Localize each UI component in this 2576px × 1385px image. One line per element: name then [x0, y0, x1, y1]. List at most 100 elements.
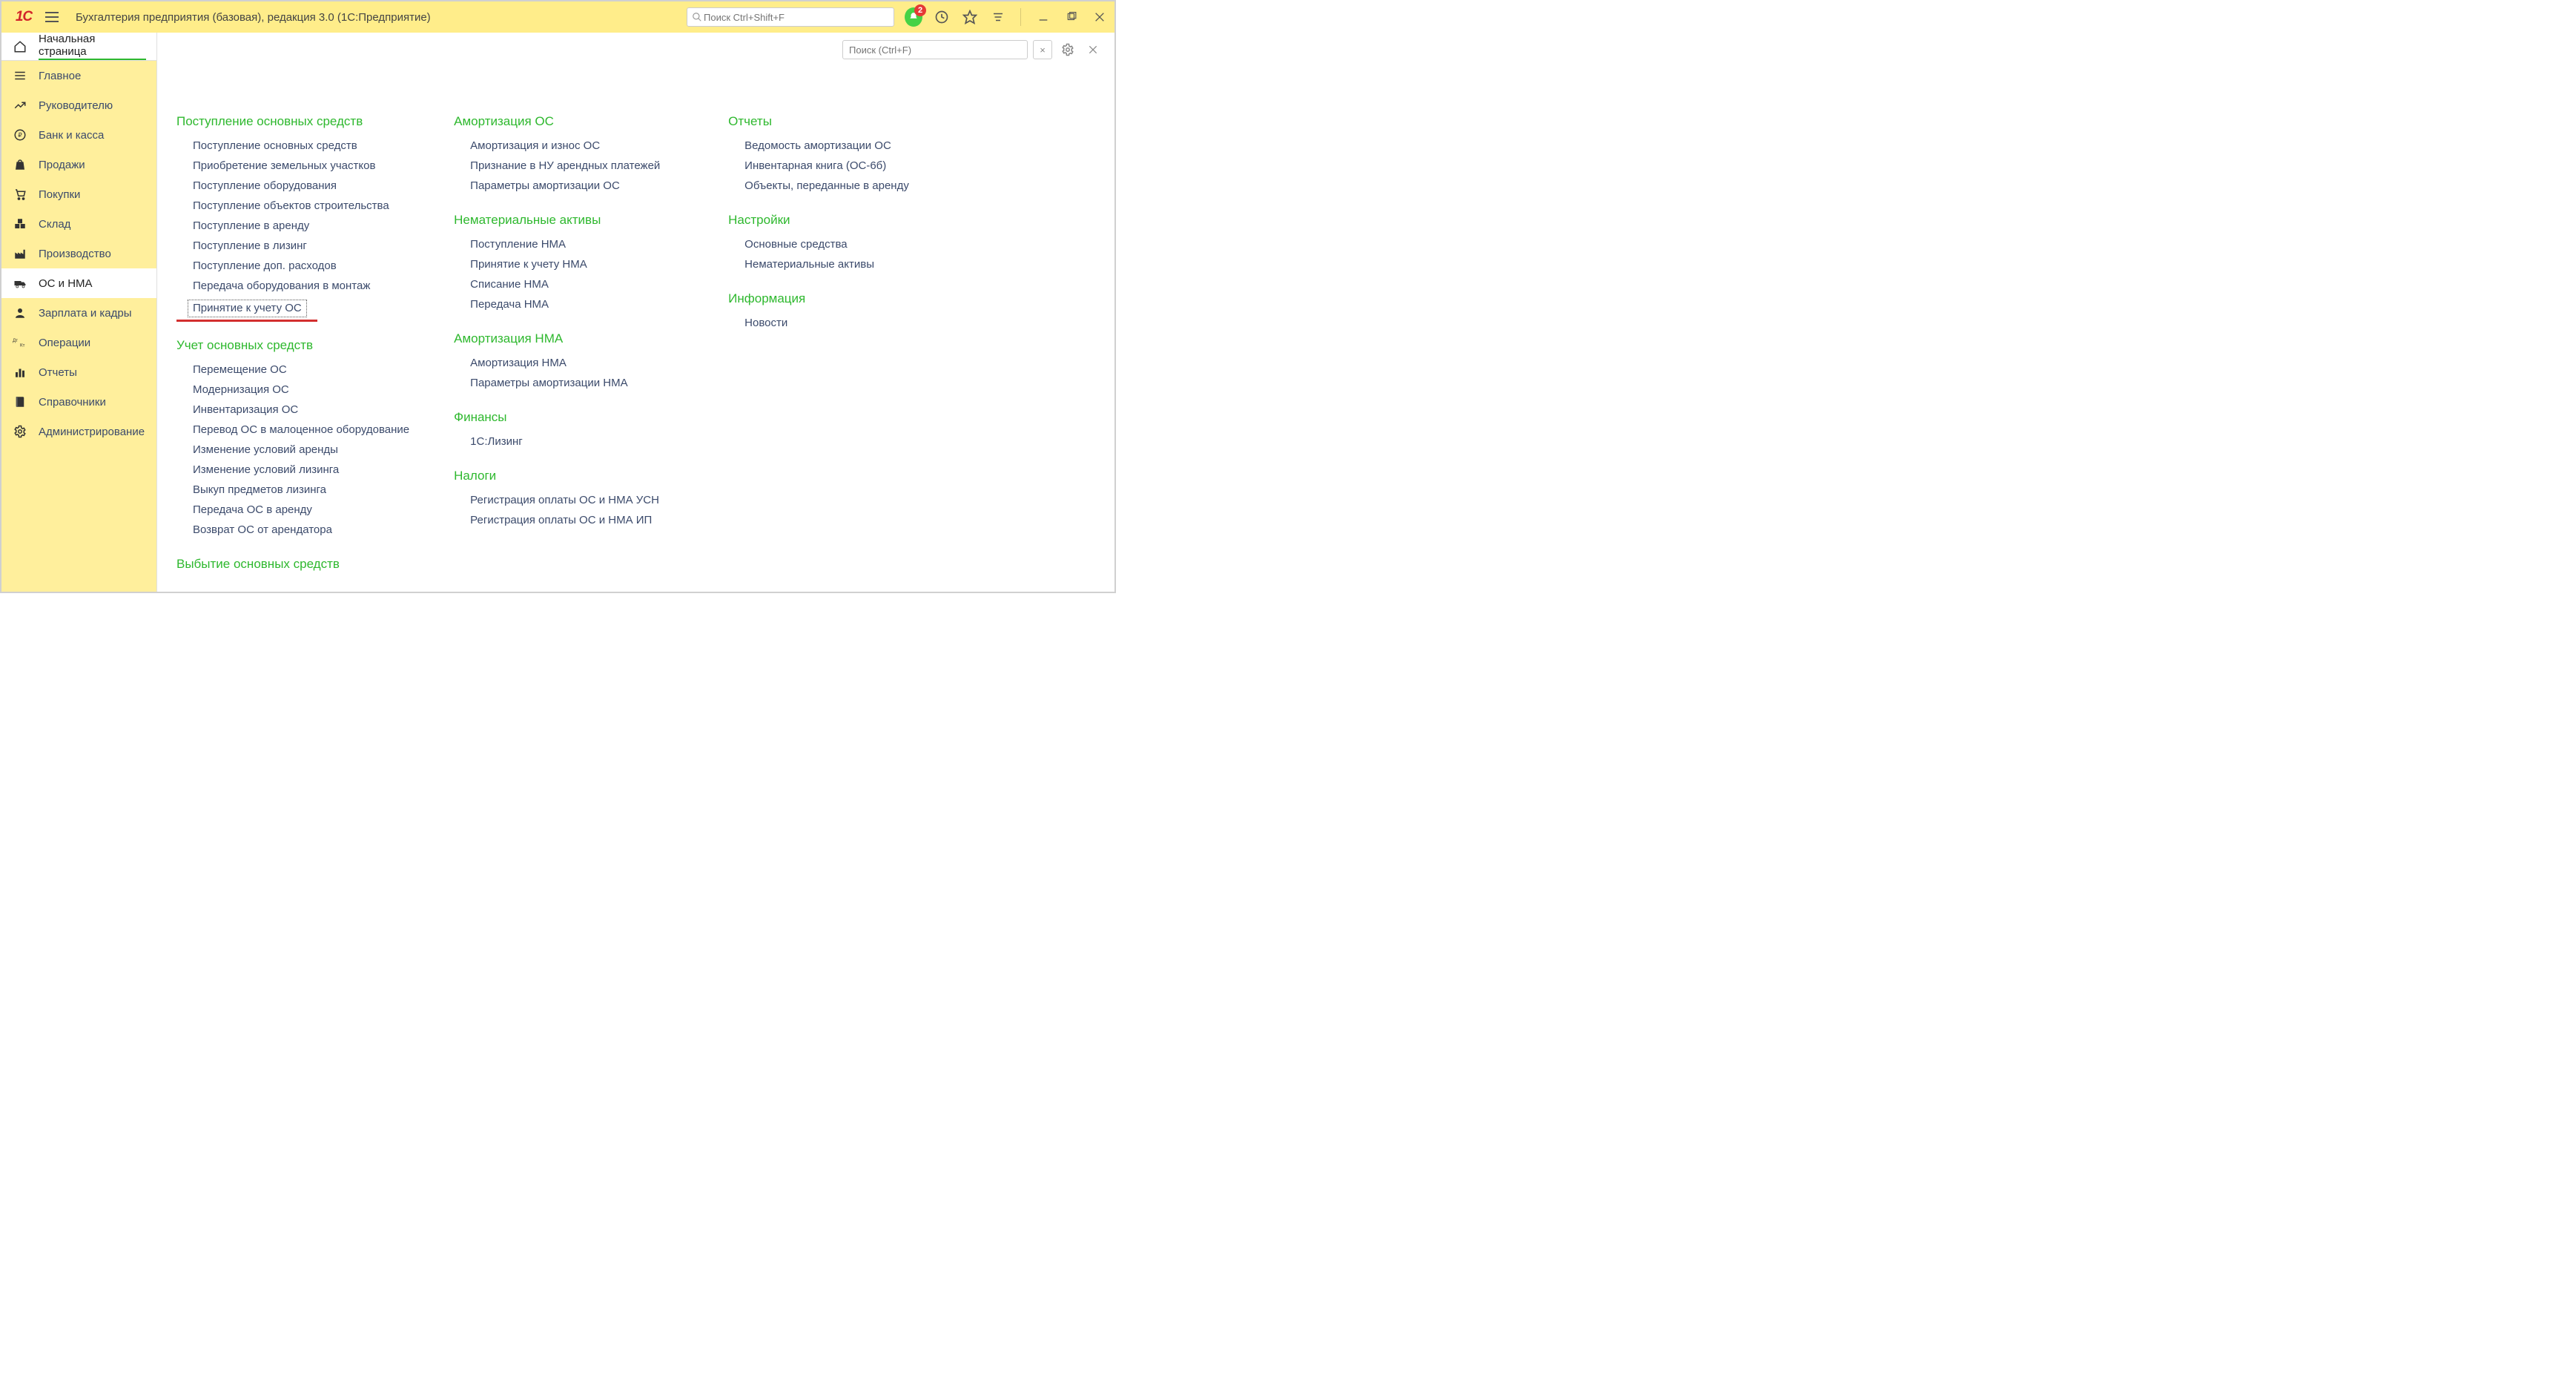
section-1-1: Нематериальные активы Поступление НМА Прин… [454, 213, 684, 311]
link[interactable]: Параметры амортизации НМА [470, 377, 684, 389]
content-settings-button[interactable] [1058, 40, 1077, 59]
link[interactable]: Принятие к учету НМА [470, 258, 684, 271]
sidebar-item-6[interactable]: Склад [1, 209, 156, 239]
link[interactable]: Нематериальные активы [744, 258, 958, 271]
global-search-input[interactable] [702, 11, 889, 24]
lines-icon [991, 10, 1005, 24]
section-heading[interactable]: Финансы [454, 410, 684, 425]
header-icons: 2 [905, 8, 1109, 26]
section-heading[interactable]: Амортизация НМА [454, 331, 684, 346]
link[interactable]: Основные средства [744, 238, 958, 251]
sidebar-item-label: Отчеты [39, 366, 77, 379]
history-icon [934, 10, 949, 24]
link[interactable]: Объекты, переданные в аренду [744, 179, 958, 192]
svg-text:₽: ₽ [18, 132, 22, 139]
notifications-button[interactable]: 2 [905, 8, 922, 26]
link[interactable]: Возврат ОС от арендатора [193, 523, 409, 536]
history-button[interactable] [933, 8, 951, 26]
sidebar-item-3[interactable]: ₽ Банк и касса [1, 120, 156, 150]
link[interactable]: Передача оборудования в монтаж [193, 280, 409, 292]
link[interactable]: Приобретение земельных участков [193, 159, 409, 172]
link[interactable]: Регистрация оплаты ОС и НМА УСН [470, 494, 684, 506]
sidebar-item-5[interactable]: Покупки [1, 179, 156, 209]
panel-settings-button[interactable] [989, 8, 1007, 26]
sidebar-item-13[interactable]: Администрирование [1, 417, 156, 446]
sidebar-item-label: Банк и касса [39, 129, 104, 142]
sidebar-item-7[interactable]: Производство [1, 239, 156, 268]
sidebar-item-2[interactable]: Руководителю [1, 90, 156, 120]
link[interactable]: Инвентаризация ОС [193, 403, 409, 416]
sidebar-item-label: Склад [39, 218, 70, 231]
svg-text:Дт: Дт [13, 338, 18, 343]
section-heading[interactable]: Отчеты [728, 114, 958, 129]
section-heading[interactable]: Налоги [454, 469, 684, 483]
main-menu-button[interactable] [42, 7, 62, 27]
sidebar-item-1[interactable]: Главное [1, 61, 156, 90]
titlebar: 1C Бухгалтерия предприятия (базовая), ре… [1, 1, 1114, 33]
global-search[interactable] [687, 7, 894, 27]
link[interactable]: Передача ОС в аренду [193, 503, 409, 516]
content-search-input[interactable] [843, 44, 1027, 56]
content-close-button[interactable] [1083, 40, 1103, 59]
content-search[interactable] [842, 40, 1028, 59]
sidebar-item-8[interactable]: ОС и НМА [1, 268, 156, 298]
link[interactable]: Перевод ОС в малоценное оборудование [193, 423, 409, 436]
link[interactable]: Поступление объектов строительства [193, 199, 409, 212]
trend-icon [12, 97, 28, 113]
sidebar-item-label: Начальная страница [39, 33, 146, 60]
favorites-button[interactable] [961, 8, 979, 26]
sidebar-item-9[interactable]: Зарплата и кадры [1, 298, 156, 328]
link[interactable]: Списание НМА [470, 278, 684, 291]
link[interactable]: 1С:Лизинг [470, 435, 684, 448]
section-heading[interactable]: Учет основных средств [176, 338, 409, 353]
minimize-button[interactable] [1034, 8, 1052, 26]
link[interactable]: Поступление в аренду [193, 219, 409, 232]
sidebar-item-label: Зарплата и кадры [39, 307, 132, 320]
link[interactable]: Амортизация и износ ОС [470, 139, 684, 152]
link[interactable]: Ведомость амортизации ОС [744, 139, 958, 152]
header-separator [1020, 8, 1021, 26]
column-0: Поступление основных средств Поступление … [176, 114, 409, 592]
link[interactable]: Поступление основных средств [193, 139, 409, 152]
section-heading[interactable]: Настройки [728, 213, 958, 228]
sidebar-item-11[interactable]: Отчеты [1, 357, 156, 387]
section-heading[interactable]: Информация [728, 291, 958, 306]
link[interactable]: Изменение условий лизинга [193, 463, 409, 476]
maximize-button[interactable] [1063, 8, 1080, 26]
link[interactable]: Передача НМА [470, 298, 684, 311]
link[interactable]: Признание в НУ арендных платежей [470, 159, 684, 172]
column-2: Отчеты Ведомость амортизации ОС Инвентарна… [728, 114, 958, 592]
dkt-icon: ДтКт [12, 334, 28, 351]
link[interactable]: Перемещение ОС [193, 363, 409, 376]
link[interactable]: Поступление оборудования [193, 179, 409, 192]
link[interactable]: Выкуп предметов лизинга [193, 483, 409, 496]
link[interactable]: Новости [744, 317, 958, 329]
section-1-4: Налоги Регистрация оплаты ОС и НМА УСН Рег… [454, 469, 684, 526]
section-heading[interactable]: Выбытие основных средств [176, 557, 409, 572]
link[interactable]: Поступление НМА [470, 238, 684, 251]
sidebar-item-10[interactable]: ДтКтОперации [1, 328, 156, 357]
close-button[interactable] [1091, 8, 1109, 26]
star-icon [962, 10, 977, 24]
sidebar-item-12[interactable]: Справочники [1, 387, 156, 417]
link[interactable]: Изменение условий аренды [193, 443, 409, 456]
sidebar-item-0[interactable]: Начальная страница [1, 33, 156, 61]
sidebar-item-label: Главное [39, 70, 81, 82]
section-links: 1С:Лизинг [454, 435, 684, 448]
link[interactable]: Принятие к учету ОС [188, 300, 307, 317]
column-1: Амортизация ОС Амортизация и износ ОС Приз… [454, 114, 684, 592]
section-heading[interactable]: Нематериальные активы [454, 213, 684, 228]
notification-badge: 2 [914, 4, 926, 16]
section-heading[interactable]: Поступление основных средств [176, 114, 409, 129]
link[interactable]: Амортизация НМА [470, 357, 684, 369]
sidebar-item-4[interactable]: Продажи [1, 150, 156, 179]
link[interactable]: Поступление доп. расходов [193, 260, 409, 272]
clear-search-button[interactable]: × [1033, 40, 1052, 59]
section-heading[interactable]: Амортизация ОС [454, 114, 684, 129]
link[interactable]: Регистрация оплаты ОС и НМА ИП [470, 514, 684, 526]
link[interactable]: Параметры амортизации ОС [470, 179, 684, 192]
link[interactable]: Инвентарная книга (ОС-6б) [744, 159, 958, 172]
link[interactable]: Поступление в лизинг [193, 239, 409, 252]
section-2-2: Информация Новости [728, 291, 958, 329]
link[interactable]: Модернизация ОС [193, 383, 409, 396]
